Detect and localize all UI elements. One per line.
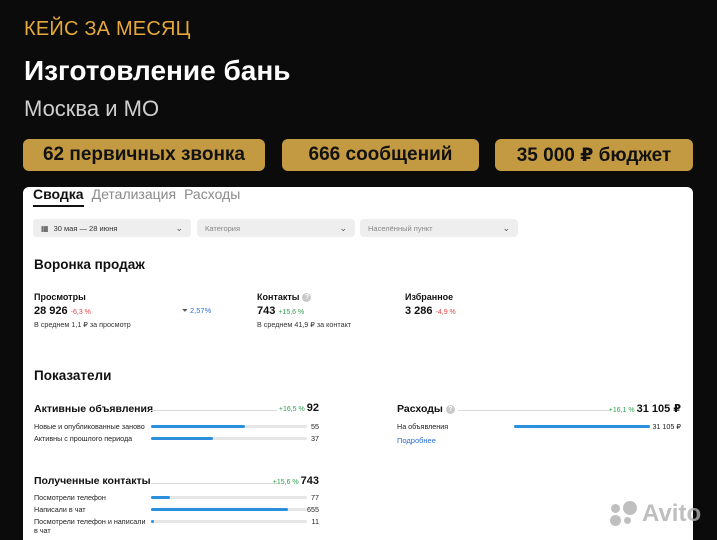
location-select[interactable]: Населённый пункт ⌄ xyxy=(360,219,518,237)
contacts-label: Контакты? xyxy=(257,292,312,302)
bar-track xyxy=(514,425,650,428)
tab-details[interactable]: Детализация xyxy=(92,187,176,207)
row-value: 77 xyxy=(311,493,319,502)
expenses-title-text: Расходы xyxy=(397,403,443,415)
views-value: 28 926 -6,3 % xyxy=(34,305,91,317)
page-title: Изготовление бань xyxy=(24,55,291,86)
bar-fill xyxy=(151,520,155,523)
calendar-icon: ▦ xyxy=(41,223,49,233)
stat-messages: 666 сообщений xyxy=(282,139,479,171)
bar-track xyxy=(151,437,307,440)
expenses-title: Расходы? xyxy=(397,403,455,415)
bar-fill xyxy=(151,496,170,499)
expenses-amount: 31 105 ₽ xyxy=(636,403,681,415)
favorites-delta: -4,9 % xyxy=(435,309,456,316)
row-value: 55 xyxy=(311,422,319,431)
row-value: 37 xyxy=(311,434,319,443)
category-placeholder: Категория xyxy=(205,223,241,233)
contacts-delta: +15,6 % xyxy=(278,309,305,316)
avito-wordmark: Avito xyxy=(642,500,702,527)
stats-panel: Сводка Детализация Расходы ▦ 30 мая — 28… xyxy=(23,187,693,540)
contacts-note: В среднем 41,9 ₽ за контакт xyxy=(257,320,352,329)
funnel-title: Воронка продаж xyxy=(34,257,145,272)
row-label: Посмотрели телефон xyxy=(34,493,106,502)
conversion-rate[interactable]: ⏷ 2,57% xyxy=(182,306,211,316)
contacts-block-count: 743 xyxy=(300,475,319,487)
bar-fill xyxy=(151,508,289,511)
help-icon[interactable]: ? xyxy=(302,293,312,302)
bar-track xyxy=(151,496,307,499)
details-link[interactable]: Подробнее xyxy=(397,436,436,445)
location-placeholder: Населённый пункт xyxy=(368,223,433,233)
contacts-block-delta: +15,6 % xyxy=(272,479,299,486)
row-label: На объявления xyxy=(397,422,449,431)
expenses-delta: +16,1 % xyxy=(608,407,635,414)
active-ads-delta: +16,5 % xyxy=(278,406,305,413)
row-value: 31 105 ₽ xyxy=(652,422,681,431)
expenses-total: +16,1 % 31 105 ₽ xyxy=(583,402,681,415)
tab-bar: Сводка Детализация Расходы xyxy=(33,187,240,207)
stat-calls: 62 первичных звонка xyxy=(23,139,265,171)
row-value: 11 xyxy=(311,517,319,526)
stat-budget: 35 000 ₽ бюджет xyxy=(495,139,693,171)
avito-logo-icon xyxy=(610,501,638,527)
contacts-value: 743 +15,6 % xyxy=(257,305,304,317)
favorites-number: 3 286 xyxy=(405,305,433,317)
help-icon[interactable]: ? xyxy=(445,405,455,414)
funnel-icon: ⏷ xyxy=(182,306,188,315)
bar-fill xyxy=(151,437,214,440)
chevron-down-icon: ⌄ xyxy=(175,223,183,233)
views-delta: -6,3 % xyxy=(70,309,91,316)
tab-expenses[interactable]: Расходы xyxy=(184,187,240,207)
contacts-number: 743 xyxy=(257,305,276,317)
avito-watermark: Avito xyxy=(610,500,701,528)
chevron-down-icon: ⌄ xyxy=(502,223,510,233)
indicators-title: Показатели xyxy=(34,368,112,383)
category-select[interactable]: Категория ⌄ xyxy=(197,219,355,237)
favorites-label: Избранное xyxy=(405,292,454,302)
views-note: В среднем 1,1 ₽ за просмотр xyxy=(34,320,131,329)
favorites-value: 3 286 -4,9 % xyxy=(405,305,456,317)
active-ads-total: +16,5 % 92 xyxy=(243,402,319,414)
conversion-value: 2,57% xyxy=(190,306,212,315)
bar-track xyxy=(151,425,307,428)
active-ads-count: 92 xyxy=(306,402,319,414)
contacts-label-text: Контакты xyxy=(257,292,300,302)
bar-fill xyxy=(151,425,245,428)
contacts-block-title: Полученные контакты xyxy=(34,475,151,487)
contacts-block-total: +15,6 % 743 xyxy=(243,475,319,487)
case-kicker: КЕЙС ЗА МЕСЯЦ xyxy=(24,18,191,40)
views-number: 28 926 xyxy=(34,305,68,317)
row-label: Написали в чат xyxy=(34,505,86,514)
row-label: Активны с прошлого периода xyxy=(34,434,133,443)
bar-track xyxy=(151,520,307,523)
tab-summary[interactable]: Сводка xyxy=(33,187,84,207)
row-label: Посмотрели телефон и написали в чат xyxy=(34,517,146,535)
row-value: 655 xyxy=(307,505,319,514)
row-label: Новые и опубликованные заново xyxy=(34,422,145,431)
date-range-select[interactable]: ▦ 30 мая — 28 июня ⌄ xyxy=(33,219,191,237)
bar-fill xyxy=(514,425,650,428)
page-subtitle: Москва и МО xyxy=(24,96,160,121)
active-ads-title: Активные объявления xyxy=(34,403,154,415)
date-range-value: 30 мая — 28 июня xyxy=(53,223,118,233)
chevron-down-icon: ⌄ xyxy=(339,223,347,233)
bar-track xyxy=(151,508,307,511)
views-label: Просмотры xyxy=(34,292,86,302)
